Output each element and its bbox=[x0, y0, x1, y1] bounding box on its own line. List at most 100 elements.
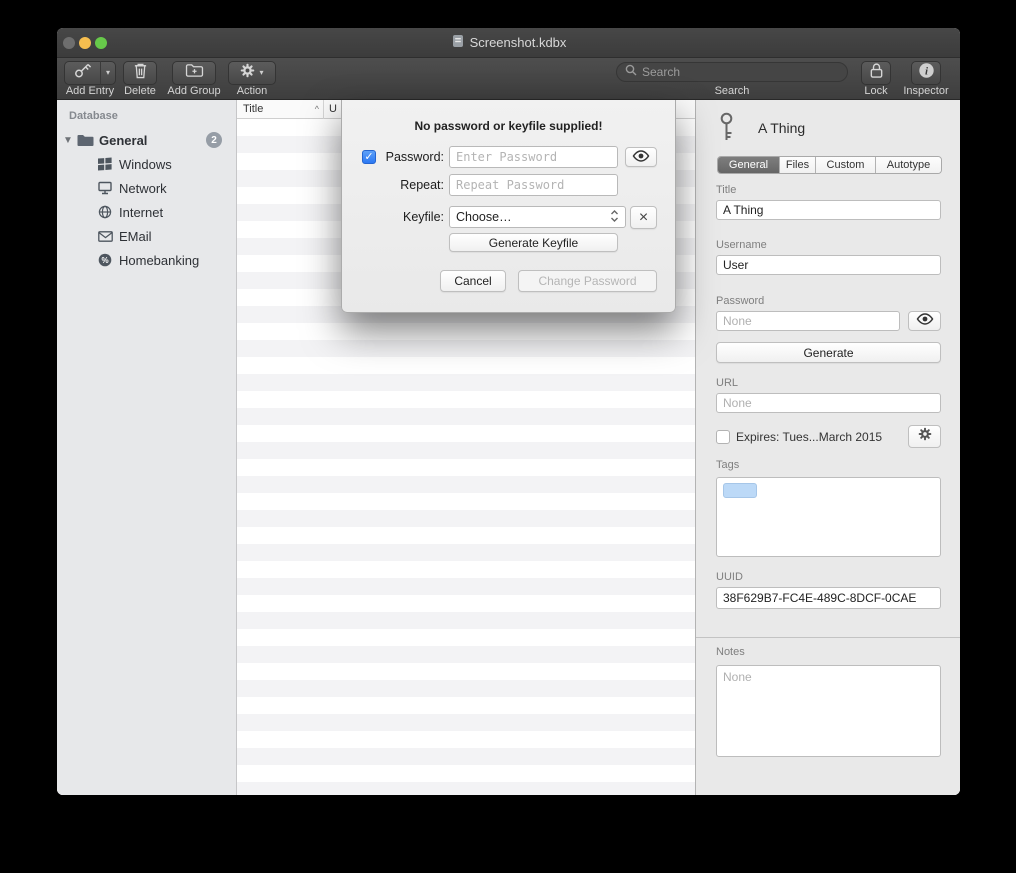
title-field-label: Title bbox=[716, 184, 736, 196]
folder-plus-icon bbox=[185, 63, 204, 83]
username-input[interactable] bbox=[716, 255, 941, 275]
inspector-tabs: General Files Custom Autotype bbox=[717, 156, 942, 174]
uuid-field[interactable] bbox=[716, 587, 941, 609]
column-header-username[interactable]: U bbox=[324, 103, 337, 115]
change-password-sheet: No password or keyfile supplied! ✓ Passw… bbox=[341, 100, 676, 313]
sidebar-item-label: EMail bbox=[119, 229, 152, 244]
entry-count-badge: 2 bbox=[206, 132, 222, 148]
chevron-down-icon: ▾ bbox=[259, 69, 263, 77]
repeat-label: Repeat: bbox=[362, 178, 444, 192]
title-bar: Screenshot.kdbx bbox=[57, 28, 960, 58]
disclosure-triangle-icon[interactable]: ▼ bbox=[61, 135, 75, 146]
notes-textarea[interactable] bbox=[716, 665, 941, 757]
trash-icon bbox=[133, 62, 148, 84]
document-icon bbox=[451, 34, 465, 51]
envelope-icon bbox=[95, 231, 115, 242]
generate-keyfile-button[interactable]: Generate Keyfile bbox=[449, 233, 618, 252]
key-plus-icon bbox=[73, 63, 93, 84]
minimize-button[interactable] bbox=[79, 37, 91, 49]
sidebar-header: Database bbox=[69, 110, 118, 122]
coin-icon: % bbox=[95, 253, 115, 267]
sidebar-item-network[interactable]: Network bbox=[57, 176, 236, 200]
username-field-label: Username bbox=[716, 239, 767, 251]
tags-box[interactable] bbox=[716, 477, 941, 557]
sidebar: Database ▼ General 2 Windows Networ bbox=[57, 100, 237, 795]
entry-title: A Thing bbox=[758, 120, 805, 136]
inspector-reveal-password-button[interactable] bbox=[908, 311, 941, 331]
info-icon: i bbox=[918, 62, 935, 84]
gear-icon bbox=[240, 63, 255, 83]
inspector-password-input[interactable] bbox=[716, 311, 900, 331]
reveal-password-button[interactable] bbox=[625, 147, 657, 167]
keyfile-dropdown[interactable]: Choose… bbox=[449, 206, 626, 228]
sidebar-item-internet[interactable]: Internet bbox=[57, 200, 236, 224]
tab-general[interactable]: General bbox=[718, 157, 780, 173]
delete-label: Delete bbox=[124, 85, 156, 97]
sidebar-item-windows[interactable]: Windows bbox=[57, 152, 236, 176]
generate-password-button[interactable]: Generate bbox=[716, 342, 941, 363]
add-entry-label: Add Entry bbox=[66, 85, 114, 97]
add-group-button[interactable] bbox=[172, 61, 216, 85]
toolbar: ▾ Add Entry Delete Add Group ▾ Action bbox=[57, 58, 960, 100]
search-input[interactable] bbox=[642, 65, 839, 79]
sidebar-item-label: Internet bbox=[119, 205, 163, 220]
add-entry-menu-button[interactable]: ▾ bbox=[100, 61, 116, 85]
inspector-button[interactable]: i bbox=[911, 61, 941, 85]
chevron-down-icon: ▾ bbox=[106, 69, 110, 77]
close-button[interactable] bbox=[63, 37, 75, 49]
search-field[interactable] bbox=[616, 62, 848, 82]
action-button[interactable]: ▾ bbox=[228, 61, 276, 85]
sort-ascending-icon: ^ bbox=[315, 104, 323, 114]
windows-icon bbox=[95, 157, 115, 171]
password-input[interactable] bbox=[449, 146, 618, 168]
search-label: Search bbox=[715, 85, 750, 97]
globe-icon bbox=[95, 205, 115, 219]
uuid-label: UUID bbox=[716, 571, 743, 583]
monitor-icon bbox=[95, 181, 115, 195]
expires-settings-button[interactable] bbox=[908, 425, 941, 448]
tag-chip[interactable] bbox=[723, 483, 757, 498]
clear-keyfile-button[interactable]: × bbox=[630, 206, 657, 229]
content-area: Database ▼ General 2 Windows Networ bbox=[57, 100, 960, 795]
window-title: Screenshot.kdbx bbox=[451, 34, 567, 51]
expires-checkbox[interactable] bbox=[716, 430, 730, 444]
column-header-title[interactable]: Title ^ bbox=[237, 103, 323, 115]
svg-text:%: % bbox=[101, 256, 108, 265]
close-x-icon: × bbox=[639, 209, 648, 227]
stepper-icon bbox=[610, 209, 619, 226]
action-label: Action bbox=[237, 85, 268, 97]
lock-button[interactable] bbox=[861, 61, 891, 85]
inspector-label: Inspector bbox=[903, 85, 948, 97]
delete-button[interactable] bbox=[123, 61, 157, 85]
title-input[interactable] bbox=[716, 200, 941, 220]
lock-icon bbox=[869, 62, 884, 84]
keyfile-label: Keyfile: bbox=[362, 210, 444, 224]
eye-icon bbox=[632, 150, 650, 165]
tab-custom[interactable]: Custom bbox=[816, 157, 876, 173]
notes-label: Notes bbox=[716, 646, 745, 658]
url-input[interactable] bbox=[716, 393, 941, 413]
repeat-input[interactable] bbox=[449, 174, 618, 196]
sheet-message: No password or keyfile supplied! bbox=[342, 119, 675, 133]
inspector-panel: A Thing General Files Custom Autotype Ti… bbox=[695, 100, 960, 795]
zoom-button[interactable] bbox=[95, 37, 107, 49]
url-field-label: URL bbox=[716, 377, 738, 389]
sidebar-item-general[interactable]: ▼ General 2 bbox=[57, 128, 236, 152]
eye-icon bbox=[916, 312, 934, 330]
expires-label: Expires: Tues...March 2015 bbox=[736, 430, 882, 444]
add-group-label: Add Group bbox=[167, 85, 220, 97]
sidebar-item-label: General bbox=[99, 133, 147, 148]
change-password-button[interactable]: Change Password bbox=[518, 270, 657, 292]
app-window: Screenshot.kdbx ▾ Add Entry Delete Add G… bbox=[57, 28, 960, 795]
search-icon bbox=[625, 63, 637, 81]
sidebar-item-label: Network bbox=[119, 181, 167, 196]
tab-files[interactable]: Files bbox=[780, 157, 816, 173]
tags-label: Tags bbox=[716, 459, 739, 471]
sidebar-item-email[interactable]: EMail bbox=[57, 224, 236, 248]
tab-autotype[interactable]: Autotype bbox=[876, 157, 941, 173]
password-field-label: Password bbox=[716, 295, 764, 307]
sidebar-item-homebanking[interactable]: % Homebanking bbox=[57, 248, 236, 272]
cancel-button[interactable]: Cancel bbox=[440, 270, 506, 292]
add-entry-button[interactable] bbox=[64, 61, 100, 85]
sidebar-item-label: Windows bbox=[119, 157, 172, 172]
